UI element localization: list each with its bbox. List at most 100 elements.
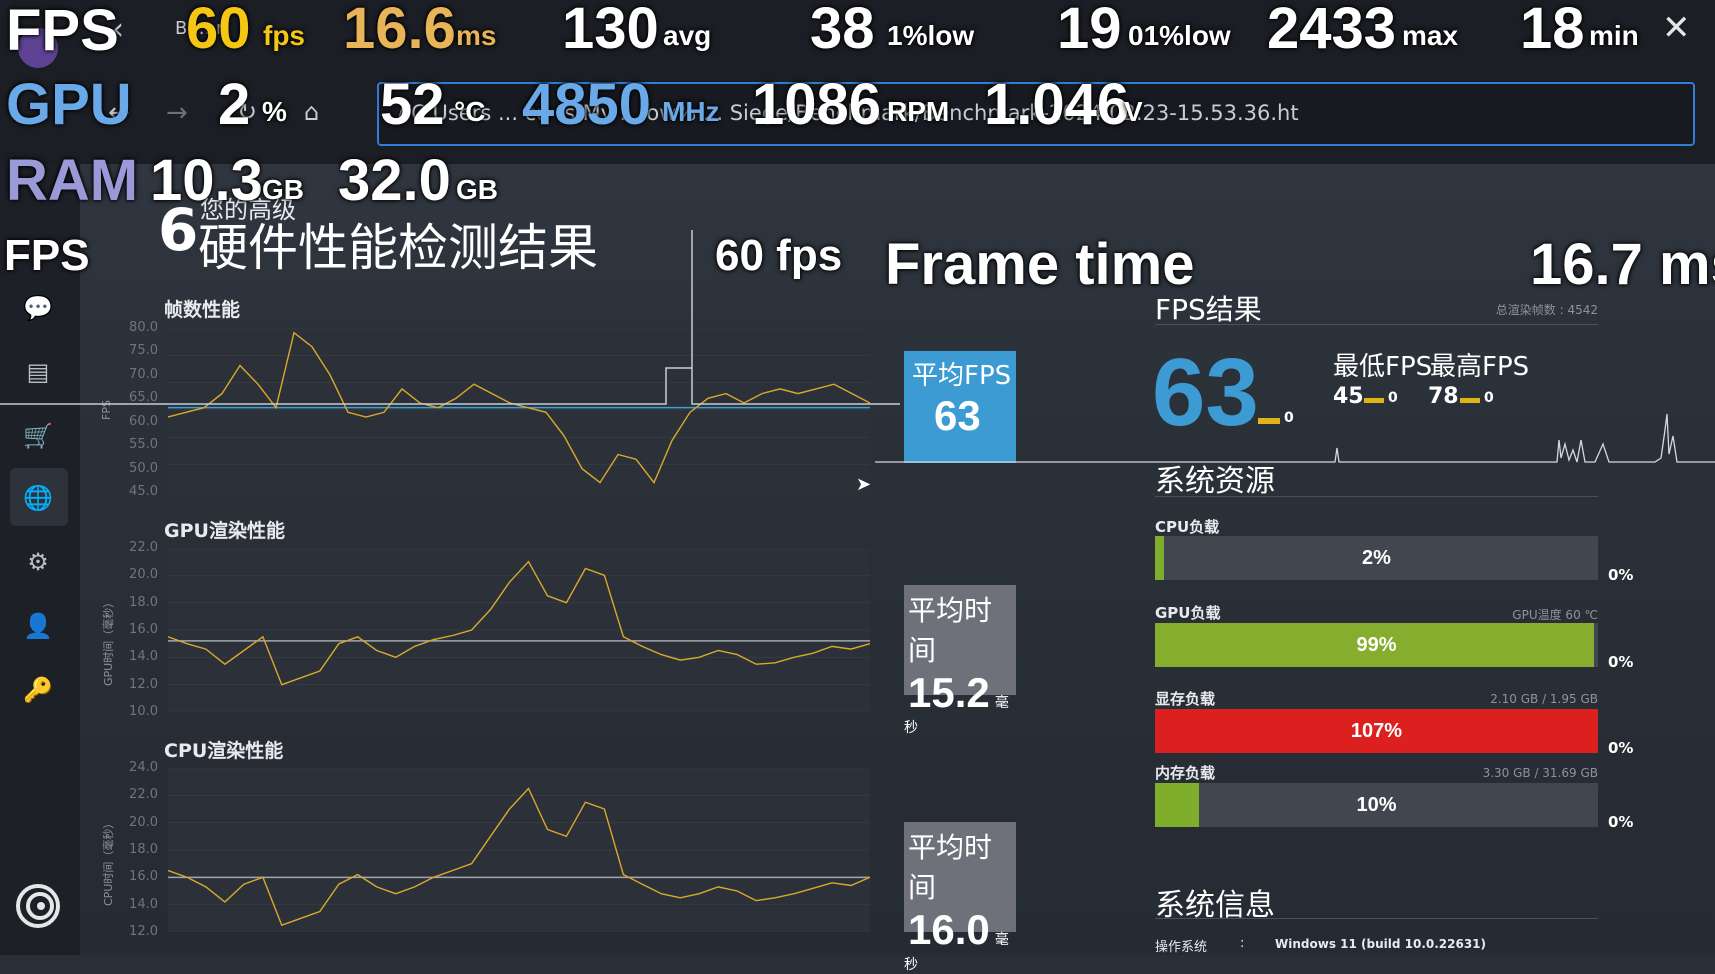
cpu-tick-label: 14.0 [129,896,158,912]
fps-tick-label: 45.0 [129,484,158,499]
vram-load-bar: 107% [1155,709,1598,753]
overlay-ram-label: RAM [6,148,139,213]
overlay-1low-unit: 1%low [887,20,975,51]
overlay-fps-unit: fps [263,20,305,51]
gpu-tick-label: 18.0 [129,594,158,610]
overlay-min-value: 18 [1520,0,1585,61]
fps-result-divider [1155,324,1598,325]
gpu-tick-label: 16.0 [129,622,158,637]
cpu-avg-value: 16.0 [908,906,990,953]
total-frames: 总渲染帧数 : 4542 [1495,303,1598,317]
cpu-y-label: CPU时间（毫秒） [102,817,115,906]
cpu-load-label: CPU负载 [1155,518,1220,536]
close-icon[interactable]: ✕ [1662,8,1691,48]
nav-forward-icon: → [166,98,188,128]
overlay-fps-graph-value: 60 fps [715,231,843,280]
ram-load-sub: 3.30 GB / 31.69 GB [1482,766,1598,780]
cpu-chart-title: CPU渲染性能 [164,740,284,762]
overlay-fps2-label: FPS [4,231,90,280]
overlay-gpu-load-unit: % [262,96,287,127]
min-fps-label: 最低FPS [1333,352,1433,382]
gpu-y-label: GPU时间（毫秒） [102,596,115,686]
gpu-series-line [168,560,870,686]
gpu-avg-box: 平均时间 15.2 毫秒 [904,585,1016,736]
overlay-1low-value: 38 [810,0,875,61]
ubisoft-swirl-icon[interactable] [14,882,62,930]
overlay-gpu-fan-value: 1086 [752,72,882,137]
overlay-frametime-unit: ms [456,20,497,51]
overlay-01low-value: 19 [1057,0,1122,61]
overlay-gpu-volt-value: 1.046 [984,72,1130,137]
gpu-load-value: 99% [1356,634,1397,656]
gpu-load-delta: 0% [1608,653,1634,671]
overlay-ram-total-value: 32.0 [338,148,451,213]
gpu-avg-value: 15.2 [908,669,990,716]
vram-load-label: 显存负载 [1155,690,1216,708]
overlay-frametime-graph [875,413,1715,463]
fps-avg-label: 平均FPS [912,361,1012,391]
os-label: 操作系统 [1155,940,1208,955]
vram-load-delta: 0% [1608,739,1634,757]
overlay-frametime-value: 16.6 [343,0,456,61]
overlay-max-value: 2433 [1267,0,1397,61]
vram-load-value: 107% [1350,720,1403,742]
overlay-gpu-temp-value: 52 [380,72,445,137]
gpu-load-bar: 99% [1155,623,1598,667]
vram-load-sub: 2.10 GB / 1.95 GB [1490,692,1598,706]
overlay-ram-used-unit: GB [262,174,304,205]
ram-load-label: 内存负载 [1155,764,1216,782]
cpu-load-delta: 0% [1608,566,1634,584]
gpu-chart [168,548,870,712]
gpu-chart-title: GPU渲染性能 [164,520,285,542]
ram-load-value: 10% [1356,794,1397,816]
cpu-tick-label: 18.0 [129,842,158,857]
gpu-tick-label: 10.0 [129,704,158,719]
gpu-tick-label: 22.0 [129,540,158,555]
gpu-avg-label: 平均时间 [908,594,993,667]
sysinfo-divider [1155,918,1598,919]
gpu-tick-label: 14.0 [129,649,158,665]
overlay-gpu-temp-unit: °C [454,96,486,127]
cpu-tick-label: 16.0 [129,869,158,885]
cpu-tick-label: 24.0 [129,760,158,775]
overlay-gpu-volt-unit: V [1124,96,1143,127]
os-value: Windows 11 (build 10.0.22631) [1275,937,1487,951]
overlay-avg-value: 130 [562,0,659,61]
overlay-fps-value: 60 [186,0,251,61]
overlay-frametime-graph-value: 16.7 ms [1530,232,1715,297]
gpu-load-label: GPU负载 [1155,604,1221,622]
overlay-gpu-clock-unit: MHz [662,96,720,127]
overlay-gpu-fan-unit: RPM [887,96,950,127]
overlay-min-unit: min [1589,20,1639,51]
overlay-gpu-label: GPU [6,72,132,137]
gear-icon[interactable]: ⚙ [18,542,58,582]
mouse-cursor-icon: ➤ [856,474,872,495]
fps-tick-label: 55.0 [129,437,158,453]
gpu-load-sub: GPU温度 60 ℃ [1512,608,1598,622]
cpu-chart [168,768,870,932]
cpu-load-bar: 2% [1155,536,1598,580]
cpu-tick-label: 22.0 [129,787,158,803]
os-separator: : [1240,936,1245,951]
overlay-fps-label: FPS [6,0,119,63]
globe-icon[interactable]: 🌐 [18,478,58,518]
overlay-01low-unit: 01%low [1128,20,1231,51]
overlay-avg-unit: avg [663,20,712,51]
cpu-tick-label: 20.0 [129,814,158,830]
home-icon[interactable]: ⌂ [304,98,319,126]
overlay-frametime-label: Frame time [885,232,1195,297]
overlay-ram-total-unit: GB [456,174,498,205]
overlay-gpu-load-value: 2 [218,72,251,137]
resources-divider [1155,496,1598,497]
cpu-avg-box: 平均时间 16.0 毫秒 [904,822,1016,973]
cpu-load-value: 2% [1362,547,1391,569]
gpu-tick-label: 20.0 [129,567,158,583]
overlay-ram-used-value: 10.3 [150,148,263,213]
fps-tick-label: 50.0 [129,460,158,476]
cpu-avg-label: 平均时间 [908,831,993,904]
key-icon[interactable]: 🔑 [18,670,58,710]
cpu-tick-label: 12.0 [129,924,158,939]
user-settings-icon[interactable]: 👤 [18,606,58,646]
max-fps-label: 最高FPS [1430,352,1530,382]
overlay-max-unit: max [1402,20,1459,51]
